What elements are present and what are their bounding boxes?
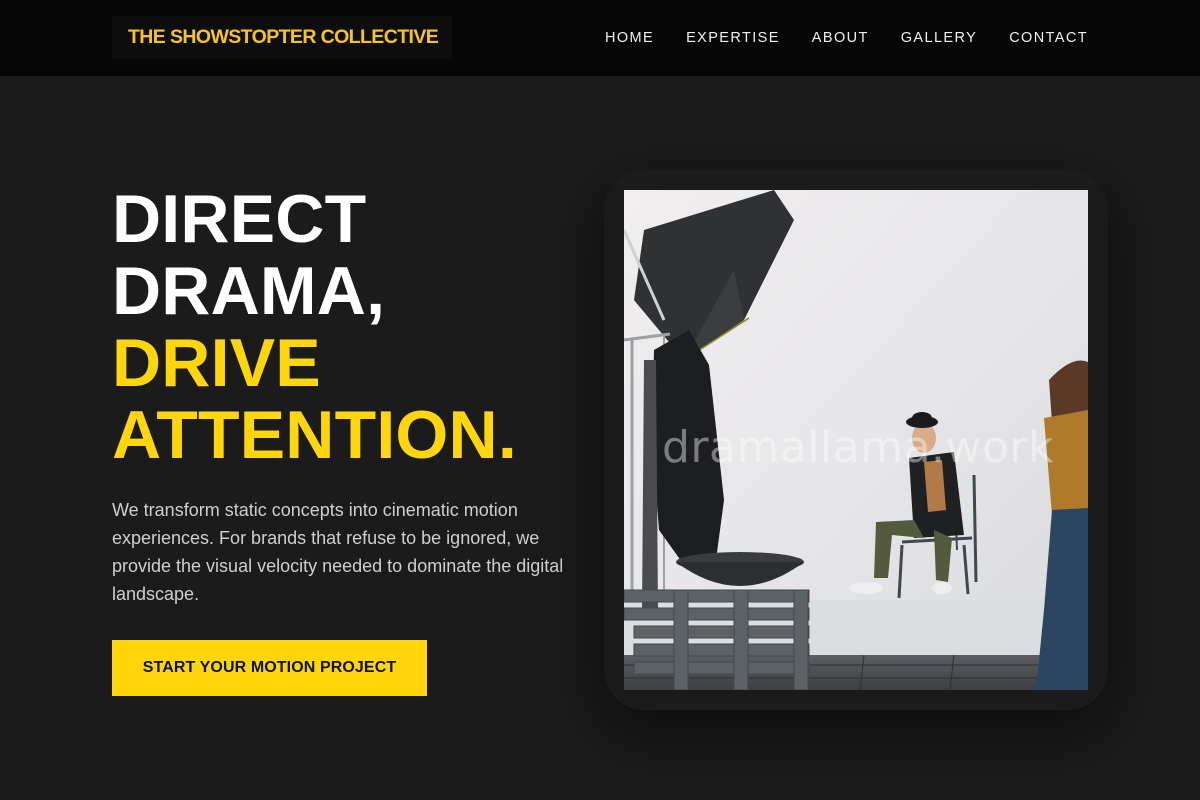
main-nav: HOME EXPERTISE ABOUT GALLERY CONTACT xyxy=(605,0,1088,76)
nav-item-gallery[interactable]: GALLERY xyxy=(901,30,977,46)
headline-line-accent: DRIVE xyxy=(112,325,321,401)
start-motion-project-button[interactable]: START YOUR MOTION PROJECT xyxy=(112,640,427,696)
studio-photo-illustration xyxy=(624,190,1088,690)
site-header: THE SHOWSTOPTER COLLECTIVE HOME EXPERTIS… xyxy=(0,0,1200,76)
nav-item-about[interactable]: ABOUT xyxy=(812,30,869,46)
nav-item-contact[interactable]: CONTACT xyxy=(1009,30,1088,46)
nav-item-home[interactable]: HOME xyxy=(605,30,654,46)
hero-description: We transform static concepts into cinema… xyxy=(112,500,564,604)
headline-line: DRAMA, xyxy=(112,253,386,329)
site-logo[interactable]: THE SHOWSTOPTER COLLECTIVE xyxy=(112,16,452,59)
hero-headline: DIRECT DRAMA, DRIVE ATTENTION. xyxy=(112,183,517,471)
headline-line-accent: ATTENTION. xyxy=(112,397,517,473)
hero-photo: dramallama.work xyxy=(624,190,1088,690)
headline-line: DIRECT xyxy=(112,181,367,257)
nav-item-expertise[interactable]: EXPERTISE xyxy=(686,30,780,46)
